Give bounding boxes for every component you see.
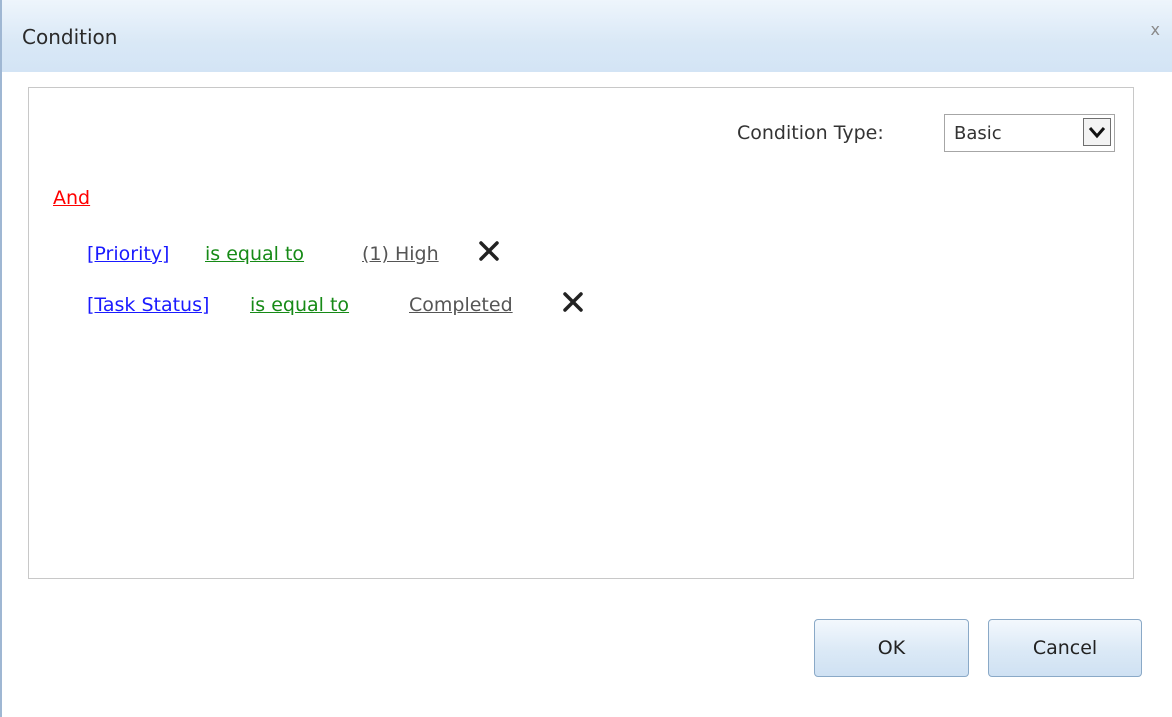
condition-type-label: Condition Type: [737,122,884,144]
delete-condition-icon[interactable] [477,239,501,263]
condition-type-select[interactable]: Basic [944,114,1115,152]
close-icon[interactable]: x [1151,20,1160,39]
logic-operator-link[interactable]: And [53,187,90,209]
condition-operator-link[interactable]: is equal to [205,243,304,265]
chevron-down-icon[interactable] [1083,118,1111,146]
condition-dialog: Condition x Condition Type: Basic And [P… [0,0,1172,717]
condition-operator-link[interactable]: is equal to [250,294,349,316]
cancel-button[interactable]: Cancel [988,619,1142,677]
condition-field-link[interactable]: [Task Status] [87,294,209,316]
condition-editor-panel: Condition Type: Basic And [Priority] is … [28,87,1134,579]
dialog-title: Condition [22,25,118,49]
delete-condition-icon[interactable] [561,290,585,314]
condition-value-link[interactable]: (1) High [362,243,439,265]
condition-field-link[interactable]: [Priority] [87,243,169,265]
dialog-titlebar: Condition x [2,0,1172,72]
condition-type-value: Basic [954,123,1002,144]
condition-value-link[interactable]: Completed [409,294,513,316]
ok-button[interactable]: OK [814,619,969,677]
